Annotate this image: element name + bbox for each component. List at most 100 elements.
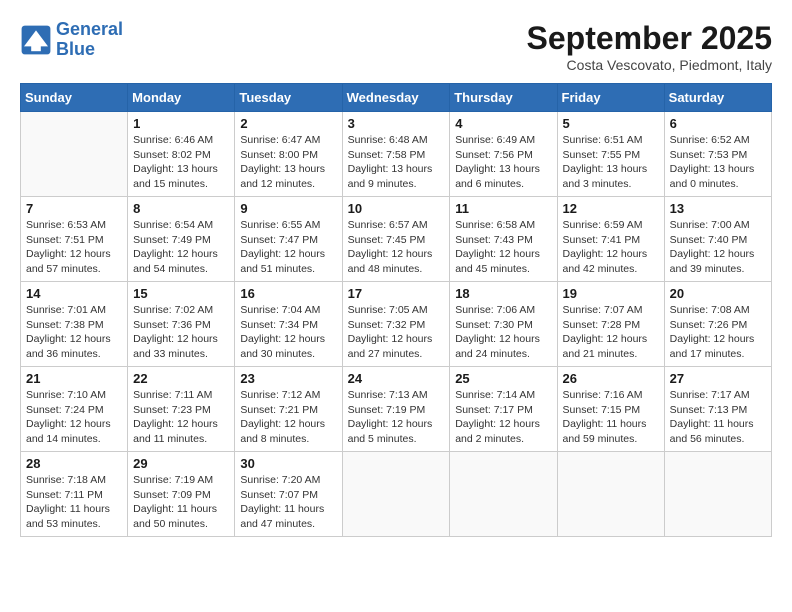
day-number: 28 bbox=[26, 456, 122, 471]
day-info: Sunrise: 7:14 AMSunset: 7:17 PMDaylight:… bbox=[455, 388, 551, 447]
calendar-cell bbox=[557, 452, 664, 537]
calendar-cell: 23Sunrise: 7:12 AMSunset: 7:21 PMDayligh… bbox=[235, 367, 342, 452]
page-header: General Blue September 2025 Costa Vescov… bbox=[20, 20, 772, 73]
logo-line2: Blue bbox=[56, 39, 95, 59]
day-number: 3 bbox=[348, 116, 445, 131]
day-info: Sunrise: 6:58 AMSunset: 7:43 PMDaylight:… bbox=[455, 218, 551, 277]
day-number: 14 bbox=[26, 286, 122, 301]
title-area: September 2025 Costa Vescovato, Piedmont… bbox=[527, 20, 772, 73]
day-number: 8 bbox=[133, 201, 229, 216]
day-info: Sunrise: 7:13 AMSunset: 7:19 PMDaylight:… bbox=[348, 388, 445, 447]
calendar-cell: 10 Sunrise: 6:57 AMSunset: 7:45 PMDayligh… bbox=[342, 197, 450, 282]
day-info: Sunrise: 7:20 AMSunset: 7:07 PMDaylight:… bbox=[240, 473, 336, 532]
weekday-header-sunday: Sunday bbox=[21, 84, 128, 112]
day-info: Sunrise: 6:47 AMSunset: 8:00 PMDaylight:… bbox=[240, 133, 336, 192]
logo-text: General Blue bbox=[56, 20, 123, 60]
day-number: 12 bbox=[563, 201, 659, 216]
day-info: Sunrise: 6:46 AMSunset: 8:02 PMDaylight:… bbox=[133, 133, 229, 192]
calendar-cell: 17 Sunrise: 7:05 AMSunset: 7:32 PMDayligh… bbox=[342, 282, 450, 367]
day-number: 29 bbox=[133, 456, 229, 471]
day-number: 4 bbox=[455, 116, 551, 131]
calendar-cell: 5Sunrise: 6:51 AMSunset: 7:55 PMDaylight… bbox=[557, 112, 664, 197]
week-row-2: 7Sunrise: 6:53 AMSunset: 7:51 PMDaylight… bbox=[21, 197, 772, 282]
day-number: 1 bbox=[133, 116, 229, 131]
weekday-header-friday: Friday bbox=[557, 84, 664, 112]
day-info: Sunrise: 6:55 AMSunset: 7:47 PMDaylight:… bbox=[240, 218, 336, 277]
weekday-header-tuesday: Tuesday bbox=[235, 84, 342, 112]
calendar-cell: 25 Sunrise: 7:14 AMSunset: 7:17 PMDayligh… bbox=[450, 367, 557, 452]
logo-icon bbox=[20, 24, 52, 56]
day-info: Sunrise: 6:59 AMSunset: 7:41 PMDaylight:… bbox=[563, 218, 659, 277]
day-number: 5 bbox=[563, 116, 659, 131]
calendar-cell: 6 Sunrise: 6:52 AMSunset: 7:53 PMDaylight… bbox=[664, 112, 771, 197]
weekday-header-thursday: Thursday bbox=[450, 84, 557, 112]
day-number: 22 bbox=[133, 371, 229, 386]
day-info: Sunrise: 7:00 AMSunset: 7:40 PMDaylight:… bbox=[670, 218, 766, 277]
weekday-header-row: SundayMondayTuesdayWednesdayThursdayFrid… bbox=[21, 84, 772, 112]
calendar-cell: 15 Sunrise: 7:02 AMSunset: 7:36 PMDayligh… bbox=[128, 282, 235, 367]
day-number: 25 bbox=[455, 371, 551, 386]
day-info: Sunrise: 7:12 AMSunset: 7:21 PMDaylight:… bbox=[240, 388, 336, 447]
day-number: 7 bbox=[26, 201, 122, 216]
weekday-header-saturday: Saturday bbox=[664, 84, 771, 112]
day-number: 2 bbox=[240, 116, 336, 131]
day-number: 6 bbox=[670, 116, 766, 131]
calendar-cell: 1 Sunrise: 6:46 AMSunset: 8:02 PMDaylight… bbox=[128, 112, 235, 197]
day-number: 9 bbox=[240, 201, 336, 216]
calendar-cell: 8 Sunrise: 6:54 AMSunset: 7:49 PMDaylight… bbox=[128, 197, 235, 282]
day-number: 20 bbox=[670, 286, 766, 301]
calendar-cell: 4Sunrise: 6:49 AMSunset: 7:56 PMDaylight… bbox=[450, 112, 557, 197]
day-info: Sunrise: 7:06 AMSunset: 7:30 PMDaylight:… bbox=[455, 303, 551, 362]
day-number: 21 bbox=[26, 371, 122, 386]
calendar-cell: 13Sunrise: 7:00 AMSunset: 7:40 PMDayligh… bbox=[664, 197, 771, 282]
day-info: Sunrise: 7:11 AMSunset: 7:23 PMDaylight:… bbox=[133, 388, 229, 447]
calendar-cell: 18Sunrise: 7:06 AMSunset: 7:30 PMDayligh… bbox=[450, 282, 557, 367]
day-info: Sunrise: 6:48 AMSunset: 7:58 PMDaylight:… bbox=[348, 133, 445, 192]
day-info: Sunrise: 7:19 AMSunset: 7:09 PMDaylight:… bbox=[133, 473, 229, 532]
calendar-cell bbox=[664, 452, 771, 537]
day-info: Sunrise: 6:57 AMSunset: 7:45 PMDaylight:… bbox=[348, 218, 445, 277]
day-info: Sunrise: 7:10 AMSunset: 7:24 PMDaylight:… bbox=[26, 388, 122, 447]
day-number: 19 bbox=[563, 286, 659, 301]
calendar-cell bbox=[450, 452, 557, 537]
calendar-cell: 2 Sunrise: 6:47 AMSunset: 8:00 PMDaylight… bbox=[235, 112, 342, 197]
calendar-cell: 19Sunrise: 7:07 AMSunset: 7:28 PMDayligh… bbox=[557, 282, 664, 367]
calendar-cell: 28 Sunrise: 7:18 AMSunset: 7:11 PMDayligh… bbox=[21, 452, 128, 537]
day-number: 15 bbox=[133, 286, 229, 301]
calendar-cell: 3 Sunrise: 6:48 AMSunset: 7:58 PMDaylight… bbox=[342, 112, 450, 197]
calendar-cell: 26 Sunrise: 7:16 AMSunset: 7:15 PMDayligh… bbox=[557, 367, 664, 452]
day-number: 16 bbox=[240, 286, 336, 301]
day-info: Sunrise: 7:05 AMSunset: 7:32 PMDaylight:… bbox=[348, 303, 445, 362]
day-info: Sunrise: 7:02 AMSunset: 7:36 PMDaylight:… bbox=[133, 303, 229, 362]
day-info: Sunrise: 6:52 AMSunset: 7:53 PMDaylight:… bbox=[670, 133, 766, 192]
calendar-cell: 11Sunrise: 6:58 AMSunset: 7:43 PMDayligh… bbox=[450, 197, 557, 282]
calendar-cell: 24Sunrise: 7:13 AMSunset: 7:19 PMDayligh… bbox=[342, 367, 450, 452]
calendar-cell: 27Sunrise: 7:17 AMSunset: 7:13 PMDayligh… bbox=[664, 367, 771, 452]
day-info: Sunrise: 7:18 AMSunset: 7:11 PMDaylight:… bbox=[26, 473, 122, 532]
week-row-4: 21 Sunrise: 7:10 AMSunset: 7:24 PMDayligh… bbox=[21, 367, 772, 452]
logo-line1: General bbox=[56, 19, 123, 39]
weekday-header-monday: Monday bbox=[128, 84, 235, 112]
calendar-cell: 30 Sunrise: 7:20 AMSunset: 7:07 PMDayligh… bbox=[235, 452, 342, 537]
day-number: 10 bbox=[348, 201, 445, 216]
calendar-cell bbox=[21, 112, 128, 197]
day-info: Sunrise: 6:54 AMSunset: 7:49 PMDaylight:… bbox=[133, 218, 229, 277]
calendar-table: SundayMondayTuesdayWednesdayThursdayFrid… bbox=[20, 83, 772, 537]
day-info: Sunrise: 7:16 AMSunset: 7:15 PMDaylight:… bbox=[563, 388, 659, 447]
weekday-header-wednesday: Wednesday bbox=[342, 84, 450, 112]
location-subtitle: Costa Vescovato, Piedmont, Italy bbox=[527, 57, 772, 73]
day-info: Sunrise: 7:04 AMSunset: 7:34 PMDaylight:… bbox=[240, 303, 336, 362]
calendar-cell: 12 Sunrise: 6:59 AMSunset: 7:41 PMDayligh… bbox=[557, 197, 664, 282]
calendar-cell: 7Sunrise: 6:53 AMSunset: 7:51 PMDaylight… bbox=[21, 197, 128, 282]
month-title: September 2025 bbox=[527, 20, 772, 57]
day-info: Sunrise: 7:17 AMSunset: 7:13 PMDaylight:… bbox=[670, 388, 766, 447]
day-number: 17 bbox=[348, 286, 445, 301]
calendar-cell: 20Sunrise: 7:08 AMSunset: 7:26 PMDayligh… bbox=[664, 282, 771, 367]
day-number: 30 bbox=[240, 456, 336, 471]
day-number: 26 bbox=[563, 371, 659, 386]
week-row-3: 14 Sunrise: 7:01 AMSunset: 7:38 PMDayligh… bbox=[21, 282, 772, 367]
calendar-cell: 16 Sunrise: 7:04 AMSunset: 7:34 PMDayligh… bbox=[235, 282, 342, 367]
calendar-cell bbox=[342, 452, 450, 537]
calendar-cell: 29 Sunrise: 7:19 AMSunset: 7:09 PMDayligh… bbox=[128, 452, 235, 537]
day-info: Sunrise: 7:01 AMSunset: 7:38 PMDaylight:… bbox=[26, 303, 122, 362]
